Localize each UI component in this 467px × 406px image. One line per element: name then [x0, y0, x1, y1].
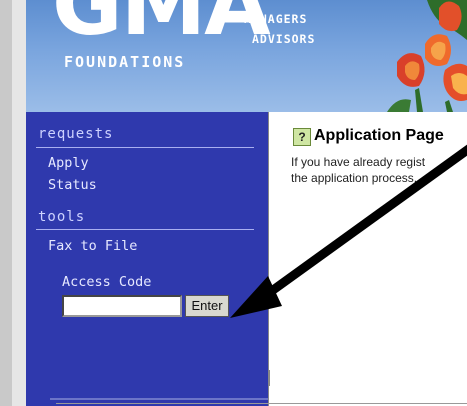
logo-foundations: FOUNDATIONS: [64, 53, 186, 71]
sidebar-bottom-rule: [50, 398, 268, 400]
sidebar-item-fax-to-file[interactable]: Fax to File: [48, 238, 137, 254]
section-title-tools: tools: [38, 209, 86, 225]
window-edge: [0, 0, 12, 406]
question-mark-icon[interactable]: ?: [293, 128, 311, 146]
tulip-image: [387, 0, 467, 112]
tulip-cluster: [387, 0, 467, 112]
tagline-advisors: ADVISORS: [252, 32, 316, 46]
enter-button[interactable]: Enter: [185, 295, 229, 317]
main-content: ? Application Page If you have already r…: [268, 112, 467, 406]
access-code-label: Access Code: [62, 274, 152, 290]
tagline-managers: MANAGERS: [244, 12, 308, 26]
sidebar: requests Apply Status tools Fax to File …: [26, 112, 268, 406]
page-intro-text: If you have already regist the applicati…: [291, 154, 425, 186]
content-divider-tick: [269, 370, 270, 386]
section-divider: [36, 147, 254, 148]
section-title-requests: requests: [38, 126, 114, 142]
intro-line-2: the application process.: [291, 171, 418, 185]
logo-gma: GMA: [52, 0, 271, 55]
page-bottom-border: [56, 403, 467, 404]
page-title: Application Page: [314, 127, 444, 144]
intro-line-1: If you have already regist: [291, 155, 426, 169]
page-frame: GMA FOUNDATIONS MANAGERS ADVISORS reques…: [0, 0, 467, 406]
window-edge-inner: [12, 0, 26, 406]
section-divider: [36, 229, 254, 230]
sidebar-item-status[interactable]: Status: [48, 177, 97, 193]
site-header: GMA FOUNDATIONS MANAGERS ADVISORS: [26, 0, 467, 112]
sidebar-item-apply[interactable]: Apply: [48, 155, 89, 171]
access-code-input[interactable]: [62, 295, 182, 317]
